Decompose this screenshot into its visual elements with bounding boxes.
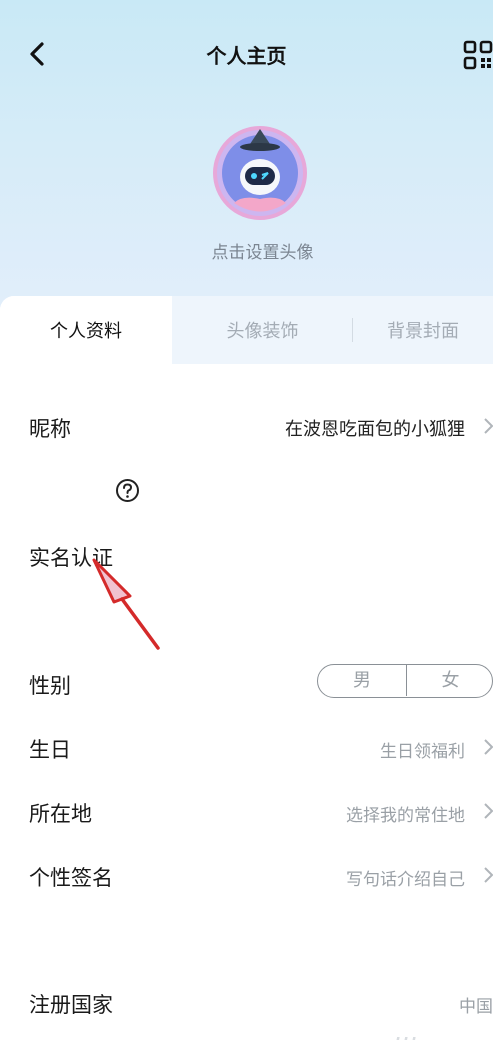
signature-label: 个性签名 <box>29 866 113 890</box>
nickname-label: 昵称 <box>29 417 71 441</box>
annotation-arrow <box>92 558 160 650</box>
qr-code-button[interactable] <box>463 40 493 70</box>
tab-profile-info[interactable]: 个人资料 <box>0 296 172 364</box>
gender-female-option[interactable]: 女 <box>407 665 492 696</box>
tab-avatar-decoration[interactable]: 头像装饰 <box>172 296 353 364</box>
avatar-hint-text[interactable]: 点击设置头像 <box>0 238 493 263</box>
location-label: 所在地 <box>29 802 92 826</box>
tab-background-cover[interactable]: 背景封面 <box>353 296 493 364</box>
avatar[interactable] <box>212 125 308 221</box>
robot-avatar-icon <box>213 126 307 220</box>
location-chevron[interactable] <box>482 801 493 821</box>
question-circle-icon <box>116 479 139 502</box>
watermark: … <box>395 1018 419 1046</box>
signature-value[interactable]: 写句话介绍自己 <box>346 865 465 890</box>
signature-chevron[interactable] <box>482 865 493 885</box>
register-country-value: 中国 <box>459 997 493 1017</box>
nickname-value[interactable]: 在波恩吃面包的小狐狸 <box>285 415 465 441</box>
chevron-right-icon <box>484 803 493 819</box>
tab-bar: 个人资料 头像装饰 背景封面 <box>0 296 493 364</box>
location-value[interactable]: 选择我的常住地 <box>346 801 465 826</box>
gender-male-option[interactable]: 男 <box>318 665 407 696</box>
gender-label: 性别 <box>29 674 71 698</box>
register-country-label: 注册国家 <box>29 993 113 1017</box>
birthday-label: 生日 <box>29 738 71 762</box>
chevron-right-icon <box>484 739 493 755</box>
birthday-chevron[interactable] <box>482 737 493 757</box>
help-button[interactable] <box>115 478 140 503</box>
gender-toggle: 男 女 <box>317 664 493 698</box>
chevron-right-icon <box>484 418 493 434</box>
nickname-chevron[interactable] <box>482 416 493 436</box>
birthday-value[interactable]: 生日领福利 <box>380 737 465 762</box>
chevron-right-icon <box>484 867 493 883</box>
page-title: 个人主页 <box>206 44 287 68</box>
qr-code-icon <box>463 40 493 70</box>
